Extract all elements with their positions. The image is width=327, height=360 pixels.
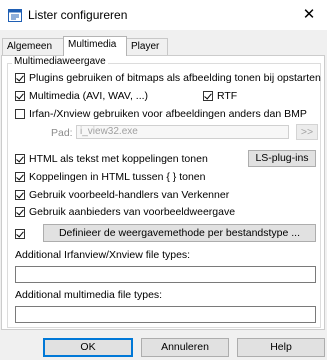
ls-plugins-button[interactable]: LS-plug-ins bbox=[248, 150, 316, 167]
html-text-label: HTML als tekst met koppelingen tonen bbox=[29, 152, 208, 165]
irfan-option[interactable]: Irfan-/Xnview gebruiken voor afbeeldinge… bbox=[15, 107, 307, 120]
preview-providers-option[interactable]: Gebruik aanbieders van voorbeeldweergave bbox=[15, 205, 235, 218]
tab-player[interactable]: Player bbox=[126, 38, 168, 55]
lister-config-dialog: Lister configureren ✕ Algemeen Multimedi… bbox=[0, 0, 327, 360]
close-icon[interactable]: ✕ bbox=[291, 0, 327, 30]
html-text-option[interactable]: HTML als tekst met koppelingen tonen bbox=[15, 152, 208, 165]
group-title: Multimediaweergave bbox=[12, 56, 108, 67]
tab-multimedia[interactable]: Multimedia bbox=[63, 36, 127, 56]
irfan-types-field[interactable] bbox=[15, 266, 316, 283]
browse-button[interactable]: >> bbox=[296, 124, 318, 140]
cancel-button[interactable]: Annuleren bbox=[141, 338, 229, 357]
irfan-checkbox[interactable] bbox=[15, 108, 25, 119]
define-method-checkbox[interactable] bbox=[15, 228, 25, 239]
irfan-label: Irfan-/Xnview gebruiken voor afbeeldinge… bbox=[29, 107, 307, 120]
help-button[interactable]: Help bbox=[237, 338, 325, 357]
rtf-option[interactable]: RTF bbox=[203, 89, 237, 102]
preview-providers-checkbox[interactable] bbox=[15, 206, 25, 217]
preview-handlers-checkbox[interactable] bbox=[15, 189, 25, 200]
path-field[interactable]: i_view32.exe bbox=[76, 125, 289, 139]
multimedia-types-field[interactable] bbox=[15, 306, 316, 323]
window-title: Lister configureren bbox=[28, 8, 128, 22]
define-method-button[interactable]: Definieer de weergavemethode per bestand… bbox=[43, 224, 316, 242]
preview-providers-label: Gebruik aanbieders van voorbeeldweergave bbox=[29, 205, 236, 218]
preview-handlers-label: Gebruik voorbeeld-handlers van Verkenner bbox=[29, 188, 230, 201]
title-bar: Lister configureren ✕ bbox=[0, 0, 327, 30]
links-braces-checkbox[interactable] bbox=[15, 171, 25, 182]
rtf-checkbox[interactable] bbox=[203, 90, 213, 101]
multimedia-types-label: Additional multimedia file types: bbox=[15, 289, 163, 301]
multimedia-checkbox[interactable] bbox=[15, 90, 25, 101]
preview-handlers-option[interactable]: Gebruik voorbeeld-handlers van Verkenner bbox=[15, 188, 229, 201]
rtf-label: RTF bbox=[217, 89, 238, 102]
plugins-bitmaps-label: Plugins gebruiken of bitmaps als afbeeld… bbox=[29, 71, 321, 84]
tab-strip: Algemeen Multimedia Player bbox=[0, 36, 327, 56]
tab-algemeen[interactable]: Algemeen bbox=[2, 38, 64, 55]
links-braces-label: Koppelingen in HTML tussen { } tonen bbox=[29, 170, 206, 183]
multimedia-option[interactable]: Multimedia (AVI, WAV, ...) bbox=[15, 89, 148, 102]
links-braces-option[interactable]: Koppelingen in HTML tussen { } tonen bbox=[15, 170, 205, 183]
lister-app-icon bbox=[8, 9, 22, 22]
html-text-checkbox[interactable] bbox=[15, 153, 25, 164]
define-method-option[interactable] bbox=[15, 227, 29, 240]
plugins-bitmaps-option[interactable]: Plugins gebruiken of bitmaps als afbeeld… bbox=[15, 71, 321, 84]
ok-button[interactable]: OK bbox=[43, 338, 133, 357]
path-label: Pad: bbox=[51, 127, 73, 139]
irfan-types-label: Additional Irfanview/Xnview file types: bbox=[15, 249, 191, 261]
plugins-bitmaps-checkbox[interactable] bbox=[15, 72, 25, 83]
multimedia-label: Multimedia (AVI, WAV, ...) bbox=[29, 89, 149, 102]
